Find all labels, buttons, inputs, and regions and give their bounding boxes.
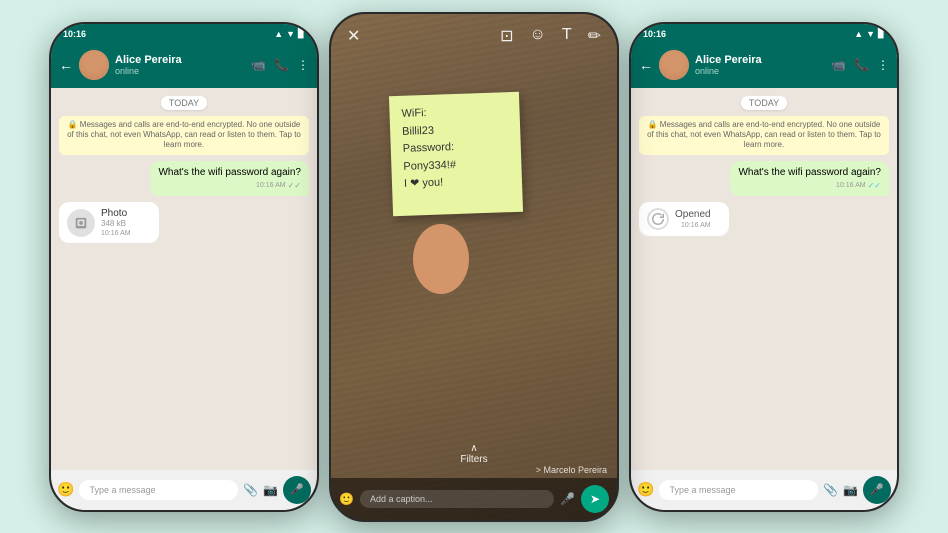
message-time-out-left: 10:16 AM ✓✓ — [158, 181, 301, 191]
status-bar-right: 10:16 ▲ ▼ ▊ — [631, 24, 897, 42]
filters-label[interactable]: Filters — [331, 454, 617, 465]
emoji-icon-right[interactable]: 🙂 — [637, 481, 654, 498]
mic-icon-left: 🎤 — [290, 483, 304, 496]
battery-icon-right: ▊ — [878, 28, 885, 39]
chat-header-left: ← Alice Pereira online 📹 📞 ⋮ — [51, 42, 317, 88]
header-icons-right: 📹 📞 ⋮ — [831, 58, 889, 72]
message-out-right: What's the wifi password again? 10:16 AM… — [730, 161, 889, 196]
message-out-left: What's the wifi password again? 10:16 AM… — [150, 161, 309, 196]
phone-icon-right[interactable]: 📞 — [854, 58, 869, 72]
wifi-icon-right: ▼ — [866, 29, 875, 39]
opened-info-right: Opened 10:16 AM — [675, 209, 711, 229]
message-time-out-right: 10:16 AM ✓✓ — [738, 181, 881, 191]
message-text-left: What's the wifi password again? — [158, 166, 301, 179]
text-tool-icon[interactable]: T — [562, 26, 572, 46]
message-input-left[interactable]: Type a message — [79, 480, 238, 500]
camera-view: ✕ ⊡ ☺ T ✏ WiFi: Billil23 Password: Pony3… — [331, 14, 617, 520]
contact-info-left: Alice Pereira online — [115, 54, 245, 76]
battery-icon: ▊ — [298, 28, 305, 39]
opened-icon — [647, 208, 669, 230]
opened-time-right: 10:16 AM — [675, 222, 711, 229]
caption-emoji-icon[interactable]: 🙂 — [339, 492, 354, 506]
chat-body-left: TODAY 🔒 Messages and calls are end-to-en… — [51, 88, 317, 470]
menu-icon[interactable]: ⋮ — [297, 58, 309, 72]
check-icon-left: ✓✓ — [288, 181, 301, 191]
photo-size-left: 348 kB — [101, 219, 131, 228]
input-bar-left: 🙂 Type a message 📎 📷 🎤 — [51, 470, 317, 510]
back-button-left[interactable]: ← — [59, 57, 73, 73]
time-left: 10:16 — [63, 29, 86, 39]
camera-toolbar: ✕ ⊡ ☺ T ✏ — [331, 14, 617, 58]
attach-icon-right[interactable]: 📎 — [823, 483, 838, 497]
date-badge-left: TODAY — [161, 96, 207, 110]
mic-caption-icon[interactable]: 🎤 — [560, 492, 575, 506]
wifi-icon: ▼ — [286, 29, 295, 39]
caption-bar: 🙂 Add a caption... 🎤 ➤ — [331, 478, 617, 520]
send-button-middle[interactable]: ➤ — [581, 485, 609, 513]
filters-arrow: ∧ — [331, 443, 617, 454]
phone-left: 10:16 ▲ ▼ ▊ ← Alice Pereira online 📹 — [49, 22, 319, 512]
close-camera-icon[interactable]: ✕ — [347, 26, 360, 46]
photo-icon-left — [67, 209, 95, 237]
input-bar-right: 🙂 Type a message 📎 📷 🎤 — [631, 470, 897, 510]
phone-middle: ✕ ⊡ ☺ T ✏ WiFi: Billil23 Password: Pony3… — [329, 12, 619, 522]
note-line5: I ❤ you! — [404, 172, 511, 193]
phone-right: 10:16 ▲ ▼ ▊ ← Alice Pereira online 📹 — [629, 22, 899, 512]
photo-title-left: Photo — [101, 208, 131, 219]
date-badge-right: TODAY — [741, 96, 787, 110]
opened-bubble-right: Opened 10:16 AM — [639, 202, 729, 236]
time-right: 10:16 — [643, 29, 666, 39]
chat-body-right: TODAY 🔒 Messages and calls are end-to-en… — [631, 88, 897, 470]
menu-icon-right[interactable]: ⋮ — [877, 58, 889, 72]
emoji-camera-icon[interactable]: ☺ — [529, 26, 545, 46]
photo-info-left: Photo 348 kB 10:16 AM — [101, 208, 131, 237]
sticky-note-container: WiFi: Billil23 Password: Pony334!# I ❤ y… — [391, 94, 521, 214]
encryption-notice-right: 🔒 Messages and calls are end-to-end encr… — [639, 116, 889, 155]
caption-input[interactable]: Add a caption... — [360, 490, 554, 508]
emoji-icon-left[interactable]: 🙂 — [57, 481, 74, 498]
contact-status-left: online — [115, 66, 245, 76]
contact-info-right: Alice Pereira online — [695, 54, 825, 76]
contact-status-right: online — [695, 66, 825, 76]
camera-tools-group: ⊡ ☺ T ✏ — [500, 26, 601, 46]
hand-svg — [401, 204, 481, 294]
video-call-icon[interactable]: 📹 — [251, 58, 266, 72]
mic-button-left[interactable]: 🎤 — [283, 476, 311, 504]
status-icons-left: ▲ ▼ ▊ — [274, 28, 305, 39]
contact-name-right: Alice Pereira — [695, 54, 825, 66]
phone-icon[interactable]: 📞 — [274, 58, 289, 72]
status-bar-left: 10:16 ▲ ▼ ▊ — [51, 24, 317, 42]
video-call-icon-right[interactable]: 📹 — [831, 58, 846, 72]
mic-icon-right: 🎤 — [870, 483, 884, 496]
header-icons-left: 📹 📞 ⋮ — [251, 58, 309, 72]
signal-icon: ▲ — [274, 29, 283, 39]
message-text-right: What's the wifi password again? — [738, 166, 881, 179]
camera-icon-right[interactable]: 📷 — [843, 483, 858, 497]
chat-header-right: ← Alice Pereira online 📹 📞 ⋮ — [631, 42, 897, 88]
sender-name: > Marcelo Pereira — [536, 465, 607, 475]
back-button-right[interactable]: ← — [639, 57, 653, 73]
camera-icon-left[interactable]: 📷 — [263, 483, 278, 497]
avatar-right — [659, 50, 689, 80]
status-icons-right: ▲ ▼ ▊ — [854, 28, 885, 39]
phones-container: 10:16 ▲ ▼ ▊ ← Alice Pereira online 📹 — [0, 0, 948, 533]
mic-button-right[interactable]: 🎤 — [863, 476, 891, 504]
photo-bubble-left: Photo 348 kB 10:16 AM — [59, 202, 159, 243]
check-icon-right: ✓✓ — [868, 181, 881, 191]
message-input-right[interactable]: Type a message — [659, 480, 818, 500]
sticky-note: WiFi: Billil23 Password: Pony334!# I ❤ y… — [389, 91, 523, 215]
opened-title-right: Opened — [675, 209, 711, 220]
crop-icon[interactable]: ⊡ — [500, 26, 513, 46]
attach-icon-left[interactable]: 📎 — [243, 483, 258, 497]
send-icon-middle: ➤ — [590, 492, 600, 506]
avatar-left — [79, 50, 109, 80]
encryption-notice-left: 🔒 Messages and calls are end-to-end encr… — [59, 116, 309, 155]
photo-time-left: 10:16 AM — [101, 230, 131, 237]
filters-bar: ∧ Filters — [331, 443, 617, 465]
contact-name-left: Alice Pereira — [115, 54, 245, 66]
signal-icon-right: ▲ — [854, 29, 863, 39]
draw-icon[interactable]: ✏ — [588, 26, 601, 46]
